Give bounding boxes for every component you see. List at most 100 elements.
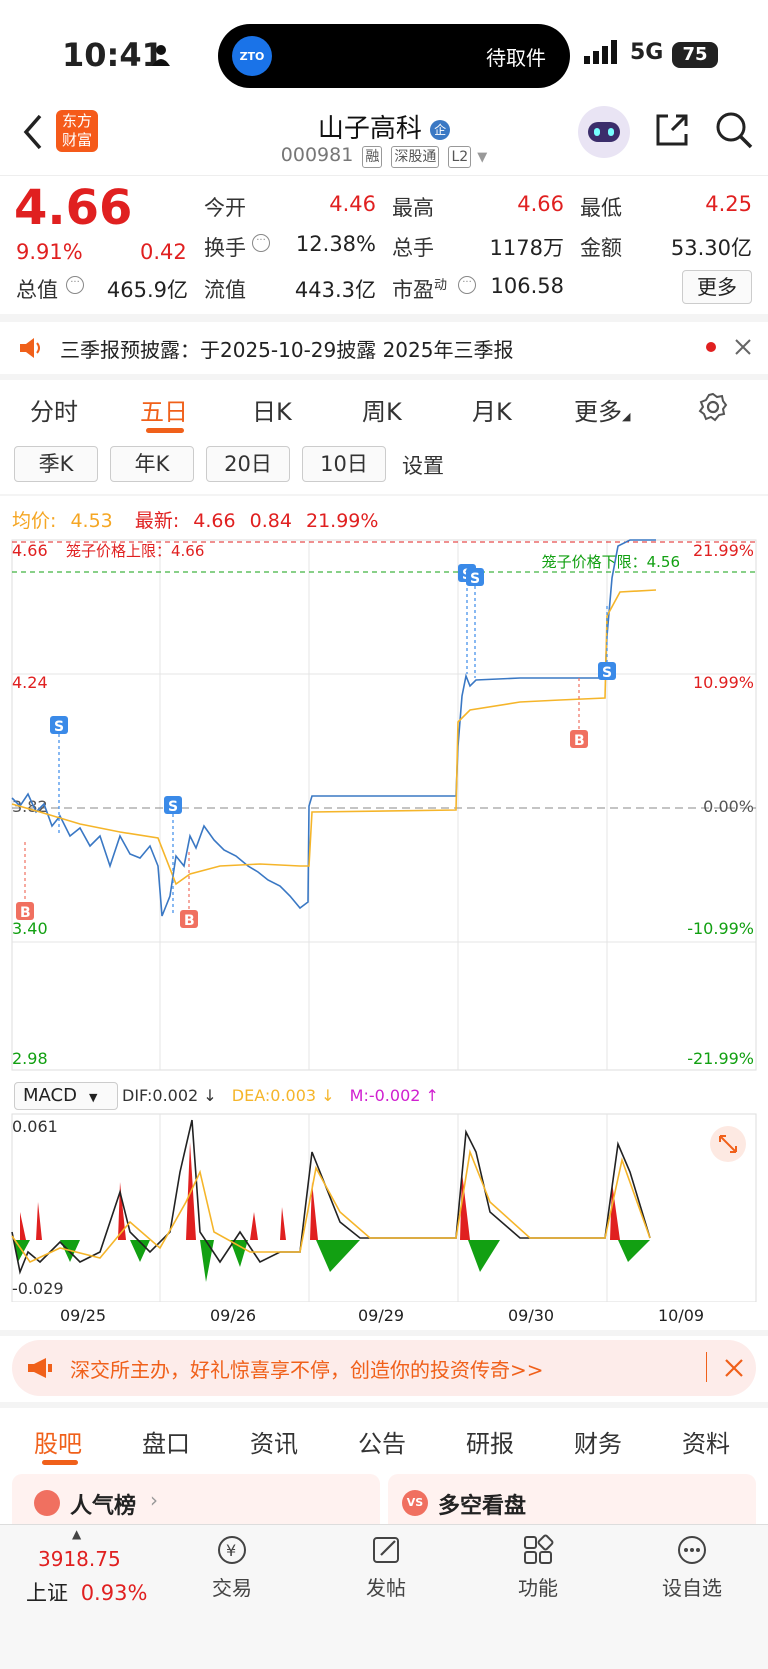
- stock-code-row[interactable]: 000981 融 深股通 L2 ▼: [0, 144, 768, 168]
- chart-bar-icon: [34, 1490, 60, 1516]
- index-row[interactable]: 上证 0.93%: [26, 1577, 147, 1607]
- date-label-4: 10/09: [658, 1306, 705, 1325]
- sell-marker-text: S: [602, 665, 612, 681]
- close-icon[interactable]: [734, 338, 752, 356]
- info-icon[interactable]: ···: [66, 276, 84, 294]
- price-line: [11, 539, 656, 917]
- float-value: 443.3亿: [294, 278, 376, 302]
- chip-10-day[interactable]: 10日: [302, 446, 386, 482]
- nav-add-watchlist[interactable]: 设自选: [652, 1533, 732, 1601]
- y-left-4: 2.98: [12, 1049, 48, 1068]
- low-value: 4.25: [705, 192, 752, 216]
- mktcap-value: 465.9亿: [106, 278, 188, 302]
- divider: [0, 1402, 768, 1408]
- enterprise-badge: 企: [430, 119, 451, 140]
- info-icon[interactable]: ···: [252, 234, 270, 252]
- tab-weekly-k[interactable]: 周K: [362, 392, 402, 427]
- tab-research[interactable]: 研报: [466, 1424, 514, 1459]
- dropdown-icon: ▼: [477, 150, 488, 165]
- macd-histogram: [14, 1142, 650, 1282]
- settings-icon[interactable]: [698, 392, 728, 422]
- content-tabs: 股吧 盘口 资讯 公告 研报 财务 资料: [0, 1416, 768, 1466]
- bull-bear-card[interactable]: VS 多空看盘: [388, 1474, 756, 1526]
- five-day-price-chart[interactable]: 4.66 4.24 3.82 3.40 2.98 21.99% 10.99% 0…: [0, 536, 768, 1076]
- tab-orderbook[interactable]: 盘口: [142, 1424, 190, 1459]
- quote-panel: 4.66 9.91% 0.42 今开 4.46 最高 4.66 最低 4.25 …: [0, 178, 768, 314]
- y-right-2: 0.00%: [703, 797, 754, 816]
- assistant-avatar[interactable]: [578, 106, 630, 158]
- dynamic-island[interactable]: ZTO 待取件: [218, 24, 570, 88]
- tab-news[interactable]: 资讯: [250, 1424, 298, 1459]
- chip-quarter-k[interactable]: 季K: [14, 446, 98, 482]
- promo-divider: [706, 1352, 707, 1382]
- notice-text: 三季报预披露：于2025-10-29披露 2025年三季报: [60, 338, 514, 362]
- tab-financials[interactable]: 财务: [574, 1424, 622, 1459]
- caret-up-icon: ▲: [72, 1527, 82, 1541]
- tag-l2: L2: [448, 146, 472, 168]
- share-icon[interactable]: [654, 112, 690, 148]
- active-tab-indicator: [42, 1460, 78, 1465]
- clock: 10:41: [62, 36, 164, 74]
- svg-text:¥: ¥: [226, 1541, 236, 1560]
- search-icon[interactable]: [714, 110, 754, 150]
- bull-bear-title: 多空看盘: [438, 1494, 527, 1519]
- active-tab-indicator: [146, 428, 184, 433]
- tab-daily-k[interactable]: 日K: [252, 392, 292, 427]
- chevron-down-icon: ▼: [88, 1091, 98, 1104]
- tab-monthly-k[interactable]: 月K: [472, 392, 512, 427]
- nav-post[interactable]: 发帖: [346, 1533, 426, 1601]
- nav-trade[interactable]: ¥ 交易: [192, 1533, 272, 1601]
- divider: [0, 1330, 768, 1336]
- tab-announcements[interactable]: 公告: [358, 1424, 406, 1459]
- pe-sup: 动: [434, 278, 448, 293]
- macd-min-label: -0.029: [12, 1279, 64, 1298]
- nav-functions[interactable]: 功能: [498, 1533, 578, 1601]
- more-button[interactable]: 更多: [682, 270, 752, 304]
- sell-marker-text: S: [168, 799, 178, 815]
- tab-intraday[interactable]: 分时: [30, 392, 78, 427]
- amount-value: 53.30亿: [670, 236, 752, 260]
- bottom-nav: ▲ 3918.75 上证 0.93% ¥ 交易 发帖 功能 设自选: [0, 1524, 768, 1669]
- tab-more[interactable]: 更多◢: [574, 392, 630, 427]
- trade-guides: [24, 582, 608, 916]
- tag-connect: 深股通: [391, 146, 440, 168]
- chip-year-k[interactable]: 年K: [110, 446, 194, 482]
- info-icon[interactable]: ···: [458, 276, 476, 294]
- island-text: 待取件: [486, 46, 546, 70]
- tab-forum[interactable]: 股吧: [34, 1424, 82, 1459]
- turnover-label: 换手: [204, 236, 246, 260]
- volume-label: 总手: [392, 236, 434, 260]
- promo-banner[interactable]: 深交所主办，好礼惊喜享不停，创造你的投资传奇>>: [12, 1340, 756, 1396]
- tab-profile[interactable]: 资料: [682, 1424, 730, 1459]
- unread-dot: [706, 342, 716, 352]
- grid-icon: [524, 1534, 554, 1564]
- status-bar: 10:41 ZTO 待取件 5G 75: [0, 0, 768, 110]
- tab-five-day[interactable]: 五日: [140, 392, 188, 427]
- sell-marker-text: S: [54, 719, 64, 735]
- notice-bar[interactable]: 三季报预披露：于2025-10-29披露 2025年三季报: [0, 322, 768, 374]
- person-icon: [152, 45, 170, 66]
- battery-icon: 75: [672, 42, 718, 68]
- popularity-card[interactable]: 人气榜 ›: [12, 1474, 380, 1526]
- chart-settings-link[interactable]: 设置: [402, 450, 444, 480]
- last-pct: 21.99%: [305, 510, 379, 532]
- high-label: 最高: [392, 196, 434, 220]
- pe-label-text: 市盈: [392, 278, 434, 302]
- buy-marker-text: B: [184, 913, 195, 929]
- nav-post-label: 发帖: [366, 1576, 406, 1600]
- macd-dif: DIF:0.002 ↓: [122, 1086, 217, 1105]
- indicator-select[interactable]: MACD ▼: [14, 1082, 118, 1110]
- signal-icon: [584, 40, 617, 64]
- index-value[interactable]: 3918.75: [38, 1547, 121, 1571]
- index-name: 上证: [26, 1581, 68, 1605]
- chip-20-day[interactable]: 20日: [206, 446, 290, 482]
- tag-margin: 融: [362, 146, 383, 168]
- macd-chart[interactable]: 0.061 -0.029: [0, 1112, 768, 1302]
- divider: [0, 374, 768, 380]
- y-left-1: 4.24: [12, 673, 48, 692]
- low-label: 最低: [580, 196, 622, 220]
- close-icon[interactable]: [724, 1358, 744, 1378]
- promo-text: 深交所主办，好礼惊喜享不停，创造你的投资传奇>>: [70, 1358, 544, 1382]
- upper-limit-label: 笼子价格上限：4.66: [66, 542, 204, 560]
- macd-values: DIF:0.002 ↓ DEA:0.003 ↓ M:-0.002 ↑: [122, 1086, 439, 1105]
